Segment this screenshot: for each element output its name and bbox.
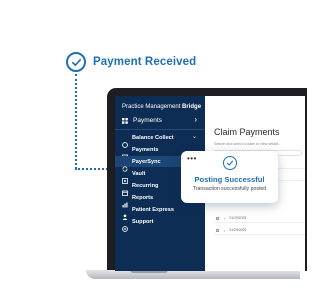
sidebar-item-patient-express[interactable]: Patient Express (115, 204, 205, 220)
coin-icon (122, 135, 128, 148)
brand-regular: Practice Management (122, 104, 181, 110)
sidebar-item-label: Payments (132, 146, 159, 153)
card-icon (121, 147, 129, 159)
connector-line-vertical (75, 74, 77, 169)
sidebar-item-label: Vault (132, 170, 146, 177)
sidebar-item-support[interactable]: Support (115, 216, 205, 232)
page-subtitle: Search and select a claim to view detail… (214, 142, 280, 146)
row-date: 01/25/2025 (229, 228, 247, 232)
table-row[interactable]: › 01/25/2025 (214, 226, 305, 235)
sync-icon (122, 159, 128, 172)
sidebar-item-label: Recurring (132, 182, 159, 189)
posting-successful-popup: ••• Posting Successful Transaction succe… (181, 151, 278, 203)
vault-icon (122, 171, 128, 184)
sidebar-top-payments[interactable]: Payments › (115, 114, 205, 126)
support-icon (122, 219, 128, 232)
page-title: Claim Payments (214, 127, 280, 137)
sidebar-item-label: Reports (132, 194, 154, 201)
payment-received-callout: Payment Received (66, 52, 196, 72)
popup-title: Posting Successful (194, 175, 265, 184)
laptop-base (86, 270, 300, 279)
sidebar-top-label: Payments (133, 116, 162, 124)
check-circle-icon (223, 156, 237, 170)
stage: Payment Received Practice Management Bri… (0, 0, 307, 300)
row-checkbox[interactable] (216, 216, 219, 220)
row-checkbox[interactable] (216, 228, 219, 232)
chevron-right-icon[interactable]: › (224, 228, 225, 233)
brand-bold: Bridge (182, 104, 202, 110)
grid-icon (122, 111, 128, 129)
chevron-down-icon: ⌄ (191, 134, 197, 140)
recurring-icon (122, 183, 128, 196)
sidebar-item-label: Patient Express (132, 206, 174, 213)
chevron-right-icon: › (194, 115, 197, 124)
sidebar-item-label: Support (132, 218, 154, 225)
row-date: 01/29/2025 (229, 216, 247, 220)
payment-received-label: Payment Received (93, 56, 197, 68)
chevron-right-icon[interactable]: › (224, 216, 225, 221)
table-row[interactable]: › 01/29/2025 (214, 214, 305, 223)
sidebar-divider (115, 129, 205, 130)
patient-icon (122, 207, 128, 220)
popup-message: Transaction successfully posted (192, 186, 267, 192)
sidebar-item-balance-collect[interactable]: Balance Collect ⌄ (115, 132, 205, 148)
reports-icon (122, 195, 128, 207)
sidebar-item-label: PayerSync (132, 158, 161, 165)
check-circle-icon (66, 52, 86, 72)
sidebar-item-label: Balance Collect (132, 134, 174, 141)
more-options-icon[interactable]: ••• (187, 154, 197, 163)
brand-title: Practice Management Bridge (122, 104, 201, 110)
